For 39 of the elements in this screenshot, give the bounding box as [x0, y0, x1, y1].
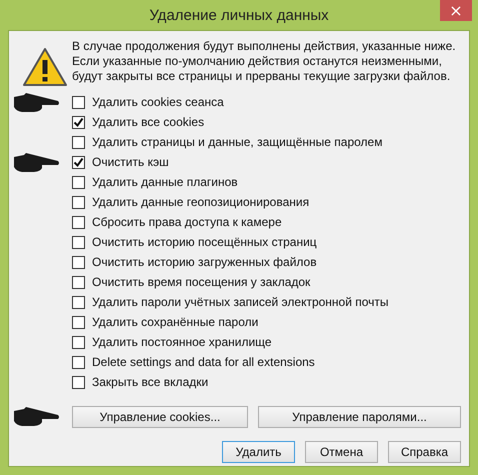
option-checkbox[interactable]: Delete settings and data for all extensions — [72, 355, 315, 369]
checkbox[interactable] — [72, 216, 85, 228]
dialog-button[interactable]: Отмена — [305, 441, 378, 463]
checkbox[interactable] — [72, 196, 85, 208]
option-checkbox[interactable]: Удалить постоянное хранилище — [72, 335, 272, 349]
option-checkbox[interactable]: Удалить все cookies — [72, 115, 204, 129]
option-checkbox[interactable]: Удалить сохранённые пароли — [72, 315, 258, 329]
option-checkbox[interactable]: Очистить историю посещённых страниц — [72, 235, 317, 249]
dialog-button[interactable]: Удалить — [222, 441, 295, 463]
checkbox[interactable] — [72, 136, 85, 148]
warning-icon — [22, 47, 68, 87]
checkbox[interactable] — [72, 116, 85, 128]
option-checkbox[interactable]: Очистить время посещения у закладок — [72, 275, 310, 289]
option-checkbox[interactable]: Сбросить права доступа к камере — [72, 215, 282, 229]
checkbox[interactable] — [72, 176, 85, 188]
dialog-button[interactable]: Справка — [388, 441, 461, 463]
checkbox[interactable] — [72, 316, 85, 328]
option-checkbox[interactable]: Удалить пароли учётных записей электронной почты — [72, 295, 389, 309]
checkbox[interactable] — [72, 336, 85, 348]
option-checkbox[interactable]: Удалить страницы и данные, защищённые паролем — [72, 135, 382, 149]
manage-button[interactable]: Управление cookies... — [72, 406, 248, 428]
manage-button[interactable]: Управление паролями... — [258, 406, 461, 428]
option-checkbox[interactable]: Удалить данные плагинов — [72, 175, 238, 189]
checkbox[interactable] — [72, 356, 85, 368]
close-button[interactable]: × — [440, 0, 472, 21]
option-checkbox[interactable]: Очистить кэш — [72, 155, 169, 169]
checkbox[interactable] — [72, 276, 85, 288]
checkbox[interactable] — [72, 96, 85, 108]
checkbox[interactable] — [72, 156, 85, 168]
warning-message: В случае продолжения будут выполнены действия, указанные ниже. Если указанные по-умолчанию действия останутся неизменными, будут закрыты все страницы и прерваны текущие загрузки файлов. — [72, 39, 457, 84]
checkbox[interactable] — [72, 296, 85, 308]
option-checkbox[interactable]: Удалить cookies сеанса — [72, 95, 224, 109]
option-checkbox[interactable]: Удалить данные геопозиционирования — [72, 195, 310, 209]
checkbox[interactable] — [72, 376, 85, 388]
window-title: Удаление личных данных — [149, 6, 329, 24]
option-checkbox[interactable]: Закрыть все вкладки — [72, 375, 208, 389]
checkbox[interactable] — [72, 236, 85, 248]
checkbox[interactable] — [72, 256, 85, 268]
option-checkbox[interactable]: Очистить историю загруженных файлов — [72, 255, 317, 269]
